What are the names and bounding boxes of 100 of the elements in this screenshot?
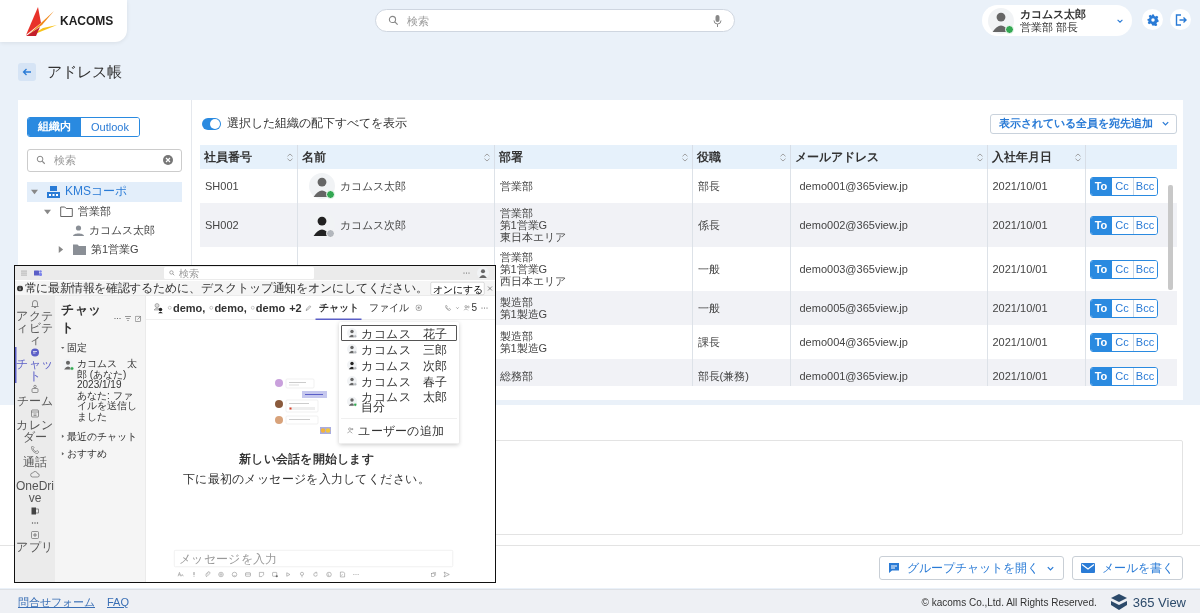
source-tab[interactable]: 組織内	[28, 117, 81, 136]
column-header[interactable]: 名前	[301, 148, 326, 166]
participant-name: カコムス 花子	[361, 327, 447, 339]
table-cell: 一般	[697, 263, 720, 275]
table-cell: 2021/10/01	[992, 263, 1048, 275]
participant-item[interactable]: カコムス 春子	[341, 373, 457, 389]
add-user-item[interactable]: ユーザーの追加	[341, 420, 457, 441]
participant-item[interactable]: カコムス 三郎	[341, 341, 457, 357]
table-cell: 2021/10/01	[992, 219, 1048, 231]
column-header[interactable]: 役職	[696, 148, 721, 166]
rail-item[interactable]: 通話	[15, 444, 55, 469]
recipient-option[interactable]: Bcc	[1132, 216, 1157, 234]
user-title: 営業部 部長	[1020, 20, 1080, 34]
table-cell: 総務部	[499, 370, 533, 382]
chat-tab[interactable]: ファイル	[365, 295, 412, 320]
table-cell: カコムス太郎	[339, 180, 406, 192]
chat-name: カコムス 太郎 (あなた)	[77, 358, 138, 380]
table-cell-text: demo003@365view.jp	[798, 263, 908, 275]
column-header[interactable]: 部署	[498, 148, 523, 166]
recipient-option[interactable]: To	[1090, 216, 1112, 234]
table-cell: 係長	[697, 219, 720, 231]
add-all-button[interactable]: 表示されている全員を宛先追加	[990, 113, 1177, 134]
notification-text: 常に最新情報を確認するために、デスクトップ通知をオンにしてください。	[24, 280, 428, 296]
chat-list-item[interactable]: カコムス 太郎 (あなた) 2023/1/19 あなた: ファイルを送信しました	[59, 358, 142, 427]
rail-item[interactable]: アプリ	[15, 529, 55, 554]
recipient-option[interactable]: Bcc	[1132, 299, 1157, 317]
section-header[interactable]: おすすめ	[61, 447, 142, 461]
table-cell-text: demo005@365view.jp	[798, 302, 908, 314]
participant-name: demo,	[214, 301, 247, 315]
recipient-option[interactable]: Bcc	[1132, 333, 1157, 351]
recipient-option[interactable]: Bcc	[1132, 367, 1157, 385]
chat-preview: あなた: ファイルを送信しました	[77, 390, 138, 422]
people-count: 5	[471, 302, 477, 314]
brand-name: 365 View	[1132, 594, 1186, 610]
participant-name: カコムス 春子	[361, 375, 447, 387]
recipient-option[interactable]: To	[1090, 299, 1112, 317]
table-cell: 製造部 第1製造G	[499, 296, 548, 320]
participant-item[interactable]: カコムス 花子	[341, 325, 457, 341]
table-cell: 2021/10/01	[992, 336, 1048, 348]
participant-name: demo	[255, 301, 286, 315]
table-cell: 営業部	[499, 180, 533, 192]
table-cell-text: demo004@365view.jp	[798, 336, 908, 348]
add-user-label: ユーザーの追加	[358, 422, 444, 439]
rail-item[interactable]: チャット	[15, 346, 55, 383]
table-cell: 営業部 第1営業G 東日本エリア	[499, 207, 566, 243]
table-cell: 2021/10/01	[992, 370, 1048, 382]
empty-state-title: 新しい会話を開始します	[239, 451, 374, 467]
participant-name: demo,	[173, 301, 206, 315]
tree-item[interactable]: KMSコーポ	[27, 181, 182, 202]
table-cell: SH001	[205, 180, 239, 192]
table-cell: 一般	[697, 302, 720, 314]
table-cell: 課長	[697, 336, 720, 348]
table-cell: 営業部 第1営業G 西日本エリア	[499, 251, 566, 287]
footer-link[interactable]: 問合せフォーム	[18, 594, 95, 610]
rail-item[interactable]: OneDrive	[15, 468, 55, 505]
tree-item[interactable]: カコムス太郎	[53, 220, 182, 240]
search-input[interactable]: 検索	[407, 14, 705, 27]
tree-item[interactable]: 営業部	[40, 201, 182, 221]
search-field[interactable]: 検索	[375, 9, 735, 32]
table-cell: 製造部 第1製造G	[499, 330, 548, 354]
chat-tab[interactable]: チャット	[315, 295, 362, 320]
chat-date: 2023/1/19	[77, 379, 122, 390]
participant-count: +2	[289, 301, 302, 315]
search-field[interactable]: 検索	[27, 148, 182, 172]
rail-item[interactable]: チーム	[15, 383, 55, 408]
recipient-option[interactable]: To	[1090, 177, 1112, 195]
table-cell: 部長(兼務)	[697, 370, 749, 382]
logo-text: KACOMS	[60, 14, 114, 28]
participant-name: カコムス 三郎	[361, 343, 447, 355]
panel-title: チャット	[61, 301, 103, 336]
toggle-label: 選択した組織の配下すべてを表示	[227, 115, 407, 132]
rail-item[interactable]: アクティビティ	[15, 298, 55, 347]
rail-item[interactable]: カレンダー	[15, 407, 55, 444]
search-input[interactable]: 検索	[54, 154, 155, 166]
table-cell-text: demo001@365view.jp	[798, 370, 908, 382]
table-cell-text: demo002@365view.jp	[798, 219, 908, 231]
table-cell: 2021/10/01	[992, 302, 1048, 314]
participant-item[interactable]: カコムス 太郎 自分	[341, 389, 457, 414]
footer-link[interactable]: FAQ	[107, 596, 129, 608]
compose-mail-button[interactable]: メールを書く	[1072, 556, 1183, 580]
recipient-option[interactable]: To	[1090, 260, 1112, 278]
table-cell: SH002	[205, 219, 239, 231]
empty-state-hint: 下に最初のメッセージを入力してください。	[183, 471, 430, 487]
participant-note: 自分	[361, 401, 386, 412]
copyright-text: © kacoms Co.,Ltd. All Rights Reserved.	[921, 596, 1097, 608]
tree-item[interactable]: 第1営業G	[53, 239, 182, 259]
open-chat-button[interactable]: グループチャットを開く	[879, 556, 1064, 580]
table-cell: カコムス次郎	[339, 219, 406, 231]
participant-name: カコムス 次郎	[361, 359, 447, 371]
section-header[interactable]: 最近のチャット	[61, 429, 142, 443]
table-cell: 2021/10/01	[992, 180, 1048, 192]
page-title: アドレス帳	[47, 62, 122, 82]
recipient-option[interactable]: Bcc	[1132, 260, 1157, 278]
recipient-option[interactable]: Bcc	[1132, 177, 1157, 195]
recipient-option[interactable]: To	[1090, 333, 1112, 351]
section-header[interactable]: 固定	[61, 341, 142, 355]
turn-on-button[interactable]: オンにする	[430, 281, 485, 295]
participant-name: カコムス 太郎	[361, 391, 447, 402]
participant-item[interactable]: カコムス 次郎	[341, 357, 457, 373]
recipient-option[interactable]: To	[1090, 367, 1112, 385]
